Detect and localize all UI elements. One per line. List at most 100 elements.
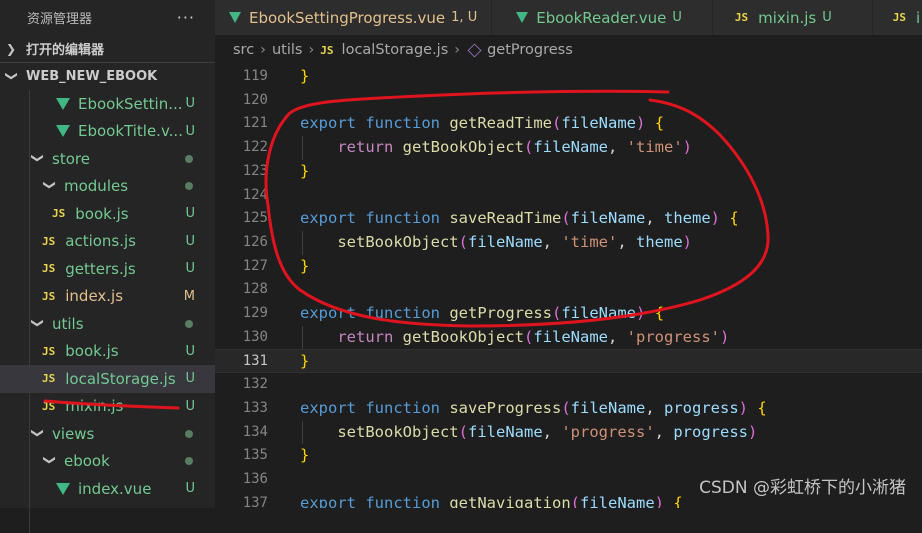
tree-item-modules-book[interactable]: JS book.js U (0, 200, 215, 228)
tree-folder-ebook[interactable]: ❯ ebook (0, 448, 215, 476)
tree-item-utils-book[interactable]: JS book.js U (0, 338, 215, 366)
code-line[interactable]: 133 export function saveProgress(fileName… (215, 397, 922, 421)
line-number: 123 (242, 162, 268, 179)
chevron-down-icon: ❯ (31, 427, 45, 438)
tab-overflow[interactable]: JS i (872, 0, 922, 35)
code-text: } (300, 256, 310, 275)
git-status-badge: U (185, 398, 195, 414)
explorer-title: 资源管理器 (27, 12, 93, 27)
code-line[interactable]: 127} (215, 255, 922, 279)
tree-item-mixin[interactable]: JS mixin.js U (0, 393, 215, 421)
code-text: export function getNavigation(fileName) … (300, 493, 683, 508)
tree-item-actions[interactable]: JS actions.js U (0, 228, 215, 256)
breadcrumb-utils[interactable]: utils (272, 42, 303, 58)
explorer-header: 资源管理器 ··· (0, 0, 215, 35)
modified-dot-icon (185, 457, 193, 466)
code-line[interactable]: 124 (215, 184, 922, 208)
code-line[interactable]: 126 setBookObject(fileName, 'time', them… (215, 231, 922, 255)
code-line[interactable]: 125 export function saveReadTime(fileName… (215, 207, 922, 231)
code-line[interactable]: 132 (215, 373, 922, 397)
modified-dot-icon (185, 182, 193, 191)
code-line[interactable]: 129 export function getProgress(fileName)… (215, 302, 922, 326)
watermark: CSDN @彩虹桥下的小淅猪 (699, 478, 906, 498)
modified-dot-icon (185, 429, 193, 438)
tree-item-localstorage[interactable]: JS localStorage.js U (0, 365, 215, 393)
code-line[interactable]: 134 setBookObject(fileName, 'progress', … (215, 421, 922, 445)
tree-item-ebooktitle[interactable]: EbookTitle.v... U (0, 118, 215, 146)
indent-guide (302, 136, 303, 160)
code-text: } (300, 161, 310, 180)
indent-guide (302, 325, 303, 350)
open-editors-section[interactable]: ❯ 打开的编辑器 (0, 35, 215, 62)
code-line[interactable]: 123} (215, 160, 922, 184)
code-line[interactable]: 121 export function getReadTime(fileName)… (215, 112, 922, 136)
line-number: 121 (242, 115, 268, 132)
tree-item-label: ebook (64, 452, 110, 471)
tree-item-ebooksetting[interactable]: EbookSettin... U (0, 90, 215, 118)
code-line[interactable]: 119} (215, 65, 922, 89)
tab-ebooksettingprogress[interactable]: EbookSettingProgress.vue 1, U (215, 0, 493, 35)
breadcrumb-symbol[interactable]: getProgress (487, 42, 573, 58)
line-number: 134 (242, 423, 268, 440)
git-status-badge: U (185, 206, 195, 222)
tree-item-getters[interactable]: JS getters.js U (0, 255, 215, 283)
tree-item-label: utils (52, 314, 84, 333)
code-text: setBookObject(fileName, 'progress', prog… (337, 422, 758, 441)
tree-item-label: EbookTitle.v... (78, 122, 183, 141)
code-text: export function saveReadTime(fileName, t… (300, 209, 739, 228)
js-file-icon: JS (52, 207, 66, 221)
tree-folder-modules[interactable]: ❯ modules (0, 173, 215, 201)
indent-guide (302, 420, 303, 445)
code-line[interactable]: 131} (215, 349, 922, 374)
line-number: 129 (242, 305, 268, 321)
js-file-icon: JS (42, 372, 56, 386)
code-text: return getBookObject(fileName, 'progress… (337, 327, 730, 346)
git-status-badge: M (183, 288, 195, 304)
chevron-right-icon: ❯ (6, 41, 17, 56)
explorer-sidebar: 资源管理器 ··· ❯ 打开的编辑器 ❯ WEB_NEW_EBOOK Ebook… (0, 0, 215, 533)
code-line[interactable]: 122 return getBookObject(fileName, 'time… (215, 136, 922, 160)
file-tree: EbookSettin... U EbookTitle.v... U ❯ sto… (0, 90, 215, 533)
js-file-icon: JS (320, 43, 334, 57)
open-editors-label: 打开的编辑器 (26, 43, 105, 58)
chevron-down-icon: ❯ (5, 70, 19, 81)
tree-item-label: index.js (65, 287, 124, 306)
more-actions-icon[interactable]: ··· (177, 8, 195, 27)
code-text: export function getReadTime(fileName) { (300, 114, 665, 133)
chevron-right-icon: › (454, 42, 461, 58)
code-line[interactable]: 120 (215, 89, 922, 113)
code-text: } (300, 446, 310, 465)
tab-ebookreader[interactable]: EbookReader.vue U (492, 0, 713, 35)
tree-folder-store[interactable]: ❯ store (0, 145, 215, 173)
tree-item-label: mixin.js (65, 397, 124, 416)
breadcrumb: src › utils › JS localStorage.js › getPr… (215, 35, 922, 65)
vue-file-icon (56, 482, 70, 495)
code-text: setBookObject(fileName, 'time', theme) (337, 232, 693, 251)
code-editor[interactable]: 119} 120 121 export function getReadTime(fi… (215, 65, 922, 508)
tree-folder-views[interactable]: ❯ views (0, 420, 215, 448)
code-line[interactable]: 128 (215, 278, 922, 302)
tree-item-label: getters.js (65, 259, 136, 278)
tree-item-label: book.js (65, 342, 119, 361)
code-text: } (300, 352, 310, 371)
modified-dot-icon (185, 319, 193, 328)
tree-item-label: modules (64, 177, 129, 196)
chevron-down-icon: ❯ (31, 152, 45, 163)
line-number: 130 (242, 328, 268, 345)
tab-status: U (672, 10, 682, 25)
git-status-badge: U (185, 261, 195, 277)
editor-tabs: EbookSettingProgress.vue 1, U EbookReade… (215, 0, 922, 35)
js-file-icon: JS (42, 234, 56, 248)
code-line[interactable]: 130 return getBookObject(fileName, 'prog… (215, 326, 922, 350)
project-section[interactable]: ❯ WEB_NEW_EBOOK (0, 62, 215, 90)
tree-item-index-js[interactable]: JS index.js M (0, 283, 215, 311)
breadcrumb-file[interactable]: localStorage.js (342, 42, 449, 58)
tree-folder-utils[interactable]: ❯ utils (0, 310, 215, 338)
git-status-badge: U (185, 123, 195, 139)
code-line[interactable]: 135} (215, 444, 922, 468)
tab-mixin[interactable]: JS mixin.js U (712, 0, 873, 35)
git-status-badge: U (185, 343, 195, 359)
tree-item-index-vue[interactable]: index.vue U (0, 475, 215, 503)
breadcrumb-src[interactable]: src (233, 42, 254, 58)
code-text: export function saveProgress(fileName, p… (300, 398, 767, 417)
